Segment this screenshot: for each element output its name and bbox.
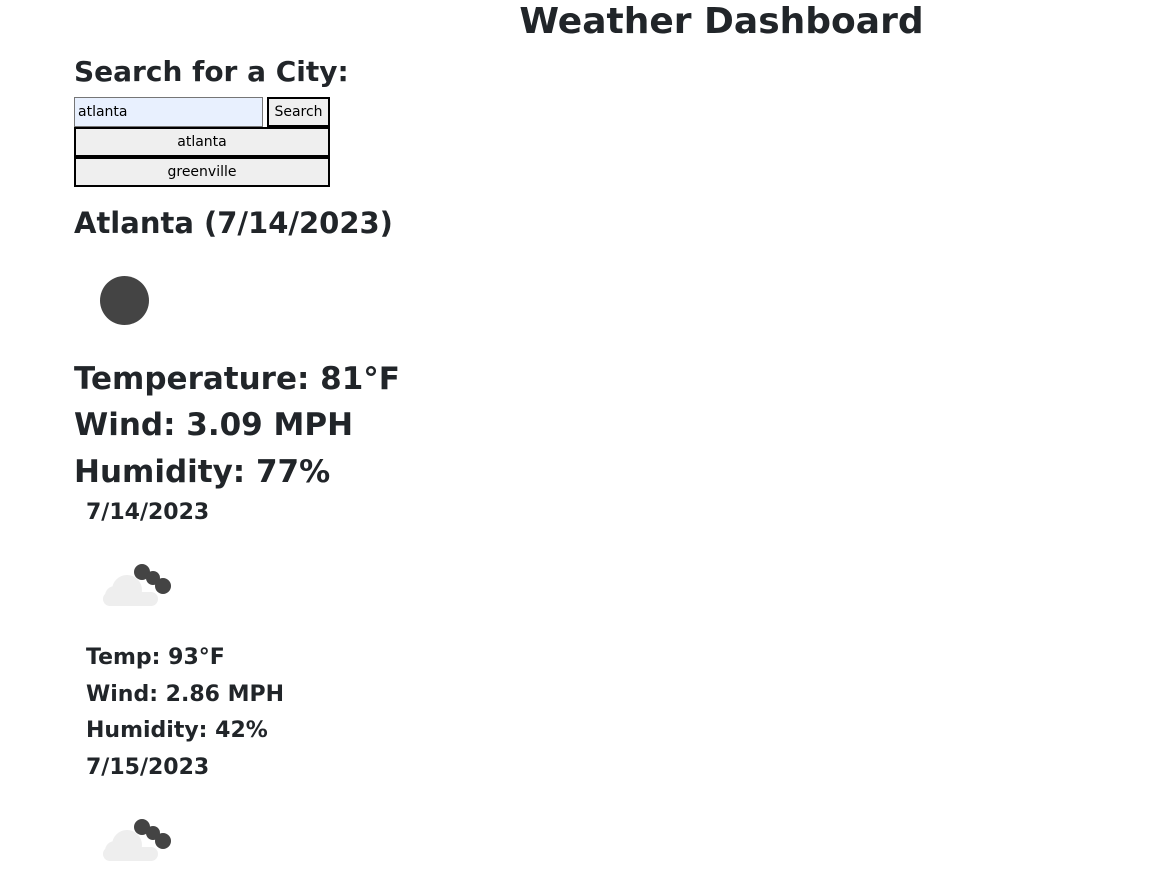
history-city-button[interactable]: atlanta: [74, 127, 330, 157]
current-temperature: Temperature: 81°F: [74, 361, 400, 397]
weather-dashboard-page: Weather Dashboard Search for a City: Sea…: [0, 0, 1165, 877]
forecast-date: 7/15/2023: [86, 755, 210, 780]
history-city-button[interactable]: greenville: [74, 157, 330, 187]
search-heading: Search for a City:: [74, 55, 349, 88]
forecast-temp: Temp: 93°F: [86, 645, 225, 670]
search-button[interactable]: Search: [267, 97, 330, 127]
forecast-date: 7/14/2023: [86, 500, 210, 525]
forecast-humidity: Humidity: 42%: [86, 718, 268, 743]
current-wind: Wind: 3.09 MPH: [74, 407, 354, 443]
page-title: Weather Dashboard: [519, 1, 924, 42]
partly-cloudy-night-icon: [103, 819, 171, 861]
forecast-wind: Wind: 2.86 MPH: [86, 682, 285, 707]
current-city-heading: Atlanta (7/14/2023): [74, 206, 393, 240]
partly-cloudy-night-icon: [103, 564, 171, 606]
current-humidity: Humidity: 77%: [74, 454, 331, 490]
city-search-input[interactable]: [74, 97, 263, 127]
clear-night-icon: [100, 276, 149, 325]
